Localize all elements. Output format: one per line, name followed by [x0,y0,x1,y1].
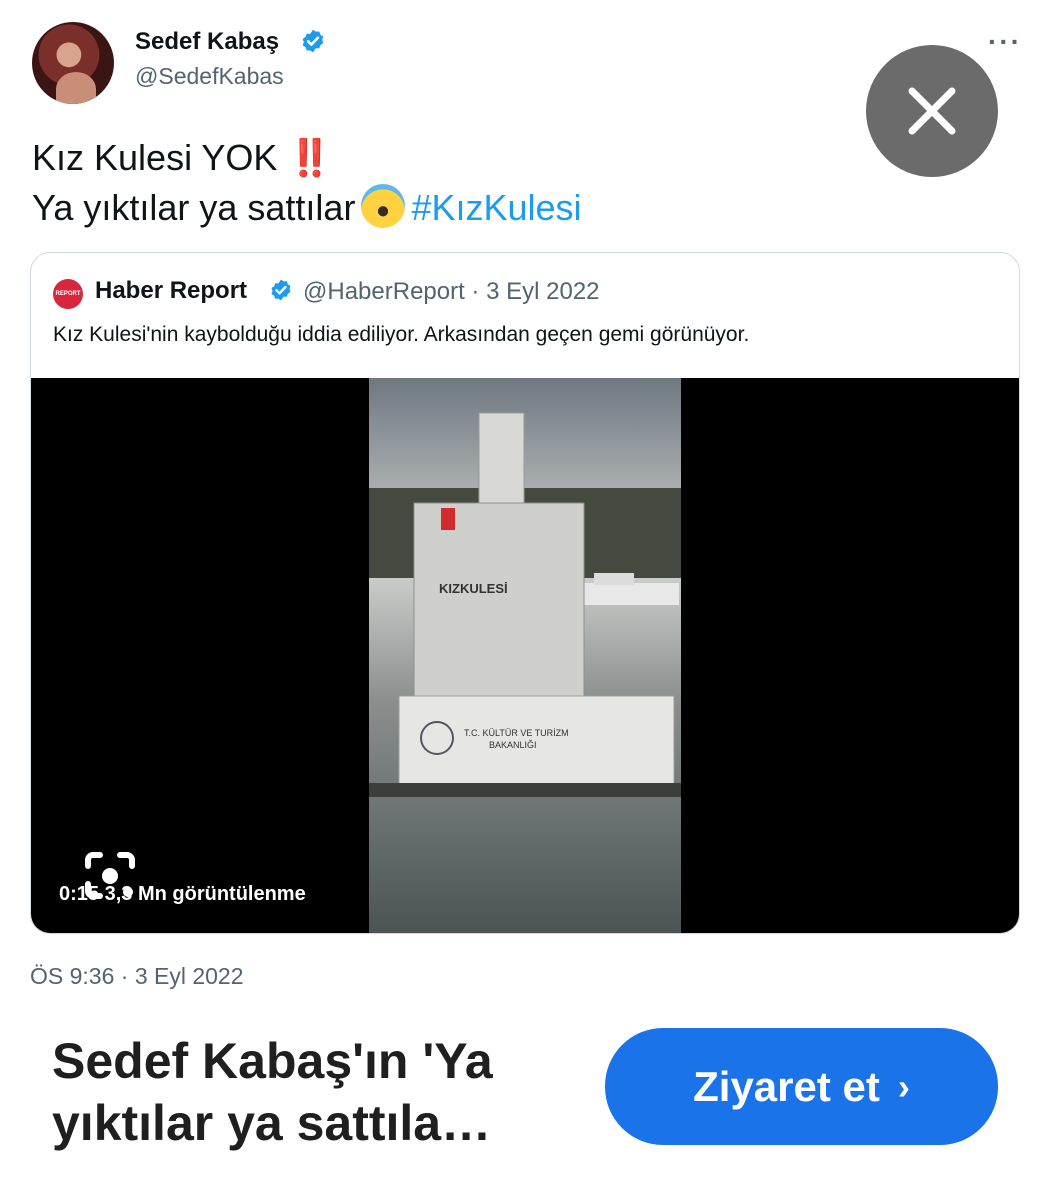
quoted-meta[interactable]: @HaberReport · 3 Eyl 2022 [303,278,600,306]
verified-badge-icon [302,29,324,53]
avatar[interactable] [32,22,114,104]
tweet-text-line1: Kız Kulesi YOK [32,137,278,178]
author-handle[interactable]: @SedefKabas [135,63,284,90]
visit-button[interactable]: Ziyaret et › [605,1028,998,1145]
quoted-author-name[interactable]: Haber Report [95,277,247,305]
quoted-text: Kız Kulesi'nin kaybolduğu iddia ediliyor… [53,323,750,346]
double-exclamation-icon: ‼️ [287,137,333,178]
quoted-tweet[interactable]: REPORT Haber Report @HaberReport · 3 Eyl… [30,252,1020,934]
hashtag-link[interactable]: #KızKulesi [411,187,581,228]
banner-line1: T.C. KÜLTÜR VE TURİZM [464,728,569,738]
tweet-timestamp[interactable]: ÖS 9:36 · 3 Eyl 2022 [30,963,244,990]
quoted-avatar[interactable]: REPORT [53,279,83,309]
tower-label: KIZKULESİ [439,581,508,596]
visit-button-label: Ziyaret et [693,1062,880,1110]
lens-search-icon[interactable] [80,848,140,904]
video-player[interactable]: KIZKULESİ T.C. KÜLTÜR VE TURİZM BAKANLIĞ… [31,378,1019,933]
chevron-right-icon: › [897,1065,910,1107]
close-button[interactable] [866,45,998,177]
author-name[interactable]: Sedef Kabaş [135,28,279,56]
video-frame-maiden-tower: KIZKULESİ T.C. KÜLTÜR VE TURİZM BAKANLIĞ… [369,378,681,933]
verified-badge-icon [271,279,291,301]
result-title[interactable]: Sedef Kabaş'ın 'Ya yıktılar ya sattıla… [52,1030,572,1154]
tweet-text-line2: Ya yıktılar ya sattılar [32,187,356,228]
screaming-face-emoji-icon [361,184,406,228]
close-icon [908,87,956,135]
tweet-text: Kız Kulesi YOK ‼️ Ya yıktılar ya sattıla… [32,133,582,233]
banner-line2: BAKANLIĞI [489,740,537,750]
